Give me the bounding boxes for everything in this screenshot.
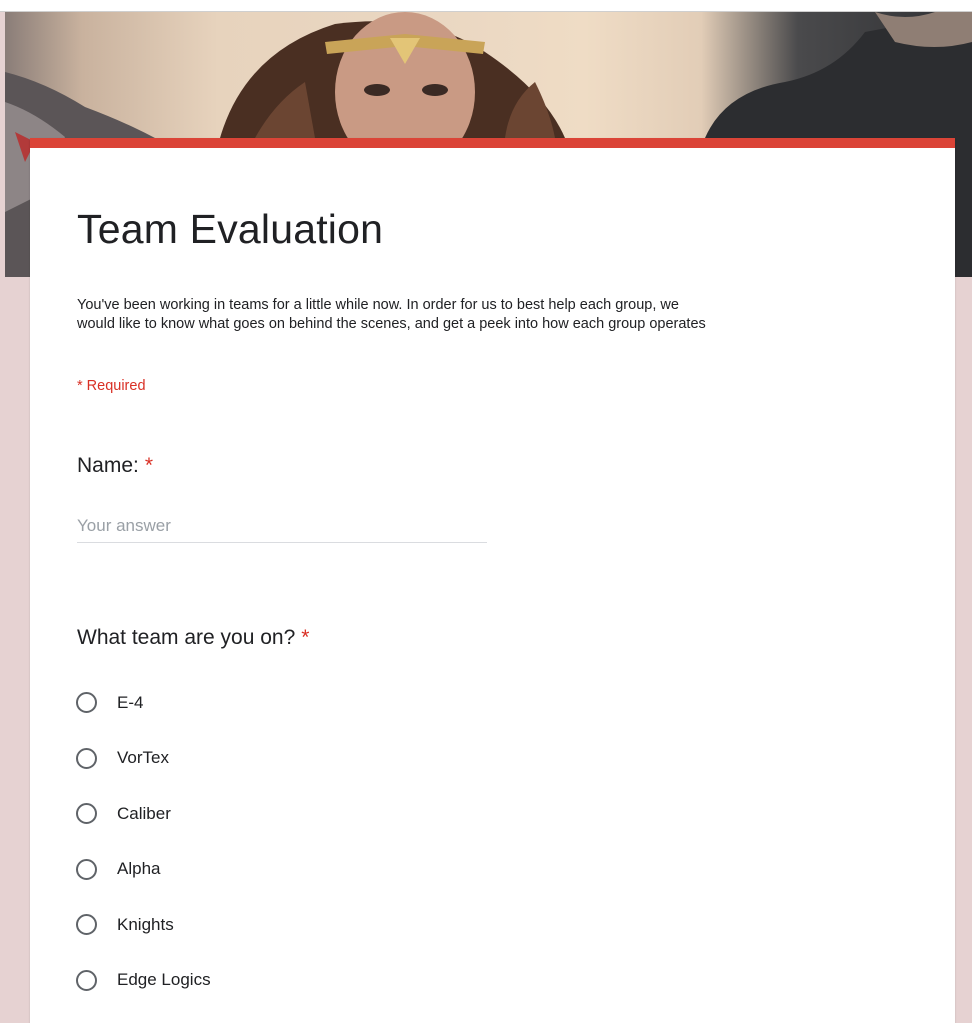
required-note: * Required bbox=[77, 378, 146, 394]
option-label: Edge Logics bbox=[117, 970, 211, 990]
name-answer-input[interactable] bbox=[77, 510, 487, 543]
form-page: Team Evaluation You've been working in t… bbox=[0, 0, 972, 1023]
team-options: E-4 VorTex Caliber Alpha Knights Edge Lo… bbox=[76, 675, 576, 1008]
required-asterisk: * bbox=[301, 626, 310, 649]
question-label: What team are you on? bbox=[77, 626, 296, 649]
team-option[interactable]: E-4 bbox=[76, 675, 576, 731]
option-label: E-4 bbox=[117, 692, 144, 712]
team-option[interactable]: Alpha bbox=[76, 842, 576, 898]
radio-button[interactable] bbox=[76, 692, 97, 714]
question-title-name: Name: * bbox=[77, 454, 153, 478]
question-label: Name: bbox=[77, 454, 139, 477]
browser-top-edge bbox=[0, 0, 972, 12]
form-description-line: You've been working in teams for a littl… bbox=[77, 297, 679, 313]
question-title-team: What team are you on? * bbox=[77, 626, 309, 650]
team-option[interactable]: VorTex bbox=[76, 731, 576, 787]
option-label: Alpha bbox=[117, 859, 161, 879]
team-option[interactable]: Caliber bbox=[76, 786, 576, 842]
radio-button[interactable] bbox=[76, 969, 97, 991]
radio-button[interactable] bbox=[76, 747, 97, 769]
form-description: You've been working in teams for a littl… bbox=[77, 296, 917, 334]
team-option[interactable]: Edge Logics bbox=[76, 953, 576, 1009]
option-label: Caliber bbox=[117, 803, 171, 823]
radio-button[interactable] bbox=[76, 914, 97, 936]
form-description-line: would like to know what goes on behind t… bbox=[77, 316, 706, 332]
radio-button[interactable] bbox=[76, 803, 97, 825]
option-label: Knights bbox=[117, 914, 174, 934]
form-card: Team Evaluation You've been working in t… bbox=[30, 138, 955, 1023]
option-label: VorTex bbox=[117, 748, 169, 768]
radio-button[interactable] bbox=[76, 858, 97, 880]
team-option[interactable]: Knights bbox=[76, 897, 576, 953]
required-asterisk: * bbox=[144, 454, 154, 477]
form-title: Team Evaluation bbox=[77, 206, 384, 252]
